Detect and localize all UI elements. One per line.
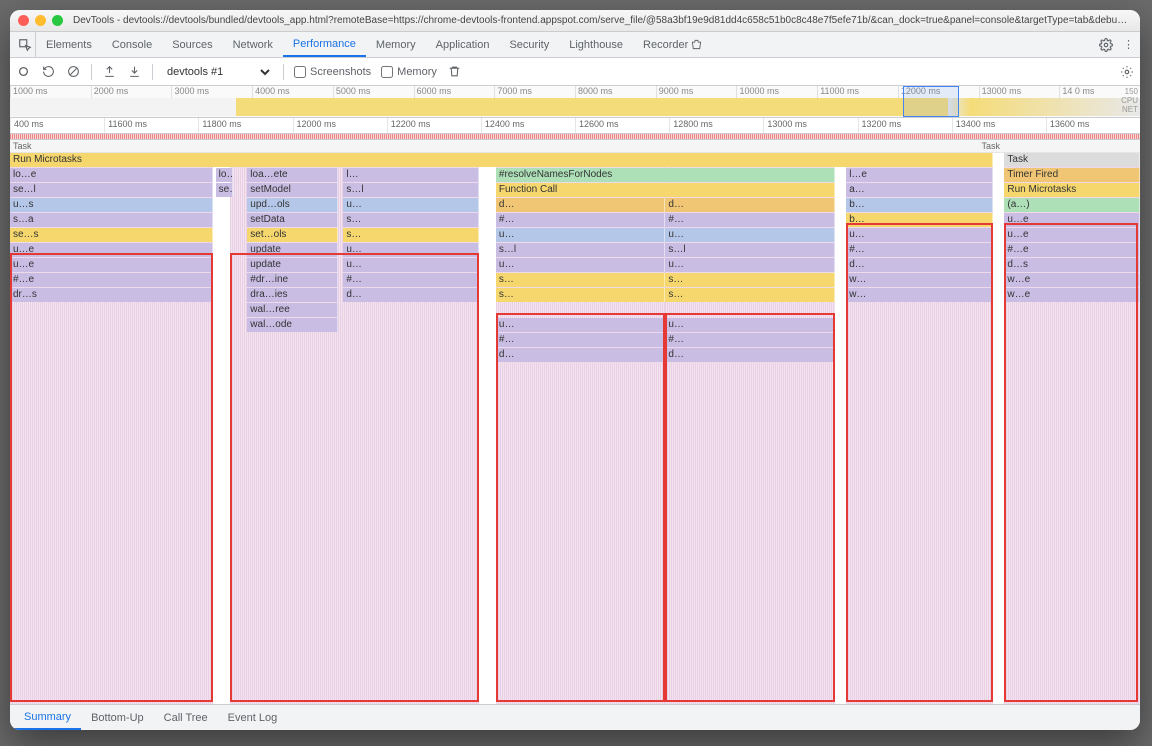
tab-sources[interactable]: Sources [162,32,222,57]
tab-console[interactable]: Console [102,32,162,57]
window-titlebar: DevTools - devtools://devtools/bundled/d… [10,10,1140,32]
screenshots-checkbox[interactable]: Screenshots [294,66,371,78]
profile-selector[interactable]: devtools #1 [163,65,273,79]
memory-checkbox[interactable]: Memory [381,66,437,78]
timeline-overview[interactable]: 1000 ms 2000 ms 3000 ms 4000 ms 5000 ms … [10,86,1140,118]
download-icon[interactable] [127,64,142,79]
upload-icon[interactable] [102,64,117,79]
tab-lighthouse[interactable]: Lighthouse [559,32,633,57]
settings-icon[interactable] [1091,38,1121,52]
tab-elements[interactable]: Elements [36,32,102,57]
record-icon[interactable] [16,64,31,79]
close-icon[interactable] [18,15,29,26]
minimize-icon[interactable] [35,15,46,26]
tab-security[interactable]: Security [499,32,559,57]
overview-selection[interactable] [903,86,960,117]
clear-icon[interactable] [66,64,81,79]
tab-performance[interactable]: Performance [283,32,366,57]
reload-record-icon[interactable] [41,64,56,79]
flame-chart[interactable]: Run Microtasks Task Timer Fired Run Micr… [10,153,1140,704]
overview-tick: 1000 ms [10,86,91,98]
tab-call-tree[interactable]: Call Tree [154,705,218,730]
capture-settings-icon[interactable] [1119,64,1134,79]
tab-summary[interactable]: Summary [14,705,81,730]
flame-run-microtasks[interactable]: Run Microtasks [10,153,993,167]
tab-event-log[interactable]: Event Log [218,705,288,730]
trash-icon[interactable] [447,64,462,79]
devtools-window: DevTools - devtools://devtools/bundled/d… [10,10,1140,730]
tab-memory[interactable]: Memory [366,32,426,57]
panel-tabs: Elements Console Sources Network Perform… [10,32,1140,58]
more-icon[interactable]: ⋮ [1121,37,1136,52]
tab-bottom-up[interactable]: Bottom-Up [81,705,154,730]
traffic-lights[interactable] [18,15,63,26]
inspect-icon[interactable] [14,32,36,57]
tab-recorder[interactable]: Recorder [633,32,712,57]
tab-network[interactable]: Network [223,32,283,57]
tab-application[interactable]: Application [426,32,500,57]
perf-toolbar: devtools #1 Screenshots Memory [10,58,1140,86]
time-ruler[interactable]: 400 ms 11600 ms 11800 ms 12000 ms 12200 … [10,118,1140,134]
zoom-icon[interactable] [52,15,63,26]
window-title: DevTools - devtools://devtools/bundled/d… [73,15,1132,26]
details-tabs: Summary Bottom-Up Call Tree Event Log [10,704,1140,730]
